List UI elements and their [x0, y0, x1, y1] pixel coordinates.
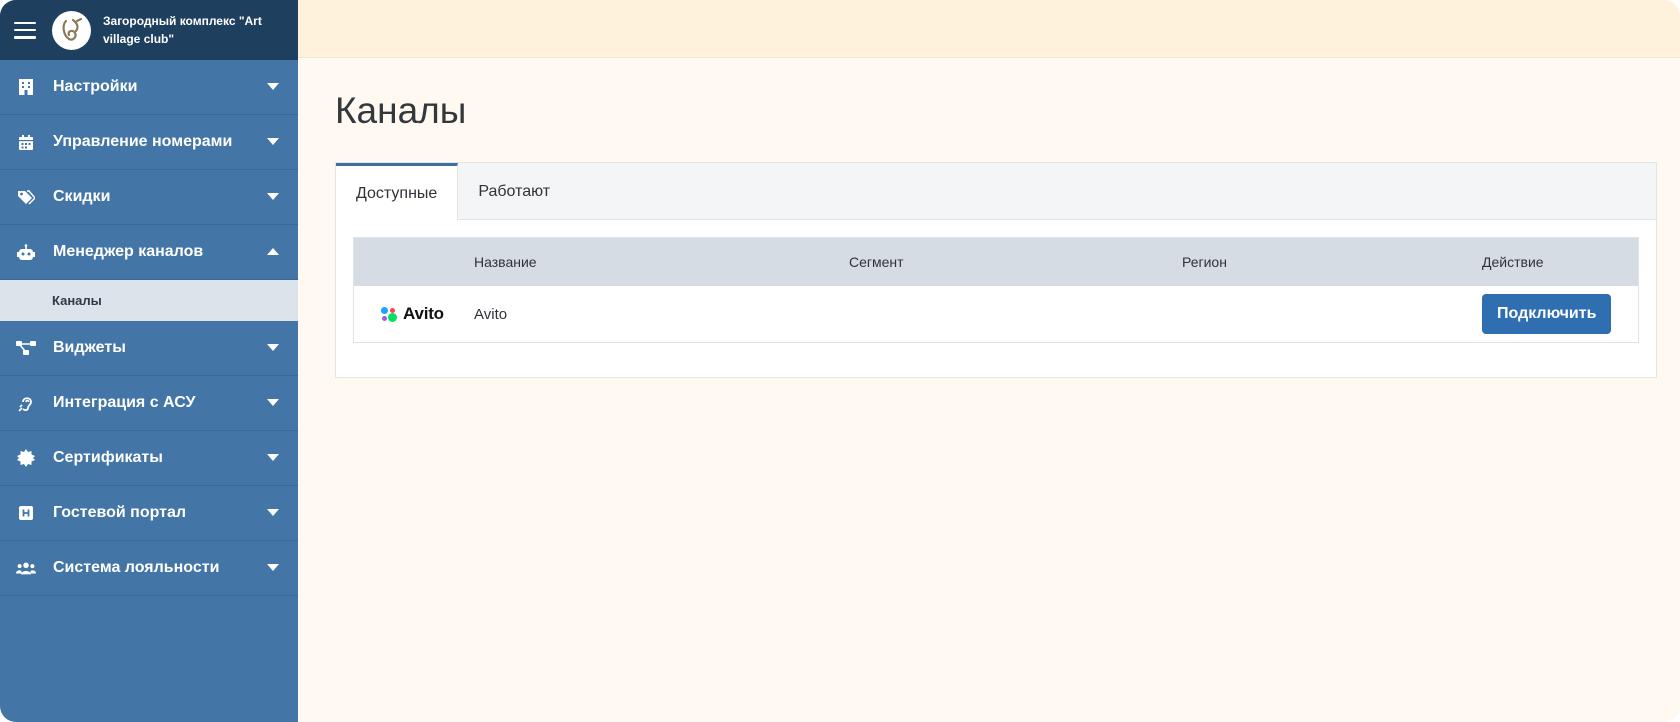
chevron-down-icon	[267, 564, 279, 571]
page-title: Каналы	[335, 90, 467, 131]
sidebar-subitem-channels[interactable]: Каналы	[0, 280, 298, 321]
connect-button[interactable]: Подключить	[1482, 294, 1612, 334]
h-square-icon	[16, 503, 36, 523]
channel-name: Avito	[474, 305, 508, 323]
robot-icon	[16, 242, 36, 262]
tab-working[interactable]: Работают	[458, 163, 570, 220]
certificate-icon	[16, 448, 36, 468]
chevron-down-icon	[267, 399, 279, 406]
header-action: Действие	[1482, 254, 1544, 270]
sidebar-item-label: Управление номерами	[53, 133, 233, 150]
sidebar-item-label: Настройки	[53, 78, 138, 95]
chevron-down-icon	[267, 138, 279, 145]
menu-toggle-icon[interactable]	[14, 21, 36, 39]
channel-action-cell: Подключить	[1482, 294, 1638, 334]
sidebar-item-discounts[interactable]: Скидки	[0, 170, 298, 225]
top-bar	[298, 0, 1680, 58]
users-icon	[16, 558, 36, 578]
chevron-down-icon	[267, 193, 279, 200]
chevron-up-icon	[267, 248, 279, 255]
chevron-down-icon	[267, 344, 279, 351]
tab-bar: Доступные Работают	[336, 163, 1656, 221]
app-window: Загородный комплекс "Art village club" Н…	[0, 0, 1680, 722]
sidebar-item-label: Скидки	[53, 188, 111, 205]
tags-icon	[16, 187, 36, 207]
calendar-icon	[16, 132, 36, 152]
sidebar-subitem-label: Каналы	[52, 293, 102, 308]
channel-logo-cell: Avito	[354, 304, 474, 324]
chevron-down-icon	[267, 454, 279, 461]
sidebar-item-rooms[interactable]: Управление номерами	[0, 115, 298, 170]
table-row: Avito Avito Подключить	[354, 286, 1638, 342]
sidebar-item-channel-manager[interactable]: Менеджер каналов	[0, 225, 298, 280]
brand-logo[interactable]	[52, 10, 91, 50]
avito-logo-text: Avito	[403, 304, 444, 323]
brand-title: Загородный комплекс "Art village club"	[103, 14, 262, 46]
sidebar-item-label: Интеграция с АСУ	[53, 394, 196, 411]
avito-dots-icon	[381, 305, 399, 323]
sidebar: Загородный комплекс "Art village club" Н…	[0, 0, 298, 722]
network-icon	[16, 338, 36, 358]
sidebar-item-certificates[interactable]: Сертификаты	[0, 431, 298, 486]
header-name: Название	[474, 254, 537, 270]
main-content: Каналы Доступные Работают Название Сегме…	[298, 58, 1680, 722]
brand-bar: Загородный комплекс "Art village club"	[0, 0, 298, 60]
sidebar-item-label: Система лояльности	[53, 559, 220, 576]
header-region: Регион	[1182, 254, 1227, 270]
sidebar-item-loyalty[interactable]: Система лояльности	[0, 541, 298, 596]
sidebar-item-integration[interactable]: Интеграция с АСУ	[0, 376, 298, 431]
sidebar-item-label: Менеджер каналов	[53, 243, 204, 260]
table-header: Название Сегмент Регион Действие	[354, 238, 1638, 286]
sidebar-item-label: Гостевой портал	[53, 504, 187, 521]
tab-available[interactable]: Доступные	[336, 163, 459, 221]
header-segment: Сегмент	[849, 254, 904, 270]
sidebar-item-label: Виджеты	[53, 339, 126, 356]
sidebar-item-widgets[interactable]: Виджеты	[0, 321, 298, 376]
channels-panel: Доступные Работают Название Сегмент Реги…	[335, 162, 1657, 378]
building-icon	[16, 77, 36, 97]
ear-icon	[16, 393, 36, 413]
chevron-down-icon	[267, 83, 279, 90]
channels-table: Название Сегмент Регион Действие Avito A…	[353, 237, 1639, 343]
sidebar-item-guest-portal[interactable]: Гостевой портал	[0, 486, 298, 541]
chevron-down-icon	[267, 509, 279, 516]
sidebar-item-settings[interactable]: Настройки	[0, 60, 298, 115]
avito-logo: Avito	[381, 304, 444, 324]
sidebar-item-label: Сертификаты	[53, 449, 163, 466]
